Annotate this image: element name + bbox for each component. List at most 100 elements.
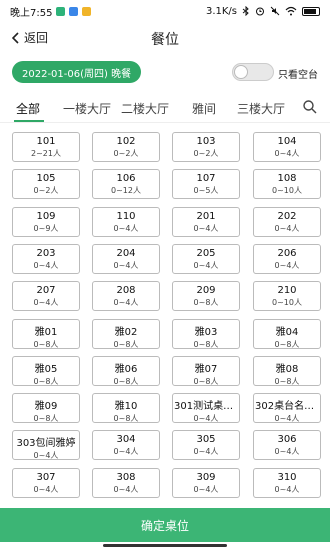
date-meal-selector[interactable]: 2022-01-06(周四) 晚餐 (12, 61, 142, 83)
table-name: 雅03 (194, 327, 218, 338)
table-name: 310 (277, 472, 297, 483)
table-capacity: 0~4人 (193, 261, 219, 270)
table-capacity: 0~12人 (111, 186, 141, 195)
table-name: 202 (277, 211, 297, 222)
table-name: 雅07 (194, 364, 218, 375)
table-capacity: 0~4人 (113, 261, 139, 270)
table-capacity: 0~8人 (193, 340, 219, 349)
status-bar: 晚上7:55 3.1K/s (0, 0, 330, 22)
confirm-table-button[interactable]: 确定桌位 (0, 508, 330, 542)
tab-floor1-hall[interactable]: 一楼大厅 (63, 100, 111, 117)
table-cell[interactable]: 102 0~2人 (92, 132, 160, 162)
table-cell[interactable]: 101 2~21人 (12, 132, 80, 162)
table-cell[interactable]: 202 0~4人 (253, 207, 321, 237)
search-icon[interactable] (302, 99, 318, 115)
table-cell[interactable]: 雅09 0~8人 (12, 393, 80, 423)
table-cell[interactable]: 304 0~4人 (92, 430, 160, 460)
status-left: 晚上7:55 (10, 4, 92, 19)
table-cell[interactable]: 205 0~4人 (172, 244, 240, 274)
table-name: 309 (196, 472, 216, 483)
chevron-left-icon (12, 31, 19, 44)
area-tabs: 全部 一楼大厅 二楼大厅 雅间 三楼大厅 (0, 93, 330, 123)
table-cell[interactable]: 109 0~9人 (12, 207, 80, 237)
table-cell[interactable]: 306 0~4人 (253, 430, 321, 460)
empty-only-toggle[interactable] (232, 63, 274, 81)
table-name: 雅09 (34, 401, 58, 412)
table-cell[interactable]: 雅02 0~8人 (92, 319, 160, 349)
table-cell[interactable]: 110 0~4人 (92, 207, 160, 237)
table-cell[interactable]: 107 0~5人 (172, 169, 240, 199)
table-cell[interactable]: 108 0~10人 (253, 169, 321, 199)
table-cell[interactable]: 302桌台名字... 0~4人 (253, 393, 321, 423)
table-capacity: 0~8人 (274, 377, 300, 386)
alarm-icon (256, 7, 264, 16)
table-capacity: 0~8人 (274, 340, 300, 349)
table-capacity: 0~4人 (193, 447, 219, 456)
table-capacity: 0~8人 (113, 414, 139, 423)
tab-private-room[interactable]: 雅间 (192, 100, 216, 117)
table-cell[interactable]: 203 0~4人 (12, 244, 80, 274)
table-name: 106 (116, 173, 136, 184)
table-cell[interactable]: 雅01 0~8人 (12, 319, 80, 349)
table-cell[interactable]: 雅04 0~8人 (253, 319, 321, 349)
table-cell[interactable]: 雅05 0~8人 (12, 356, 80, 386)
table-name: 210 (277, 285, 297, 296)
table-name: 304 (116, 434, 136, 445)
table-cell[interactable]: 105 0~2人 (12, 169, 80, 199)
wifi-icon (285, 6, 297, 16)
table-capacity: 0~4人 (33, 298, 59, 307)
table-cell[interactable]: 301测试桌台... 0~4人 (172, 393, 240, 423)
network-speed: 3.1K/s (205, 5, 237, 17)
back-button[interactable]: 返回 (12, 29, 48, 46)
home-indicator (103, 544, 227, 547)
table-name: 302桌台名字... (255, 401, 320, 412)
table-cell[interactable]: 雅07 0~8人 (172, 356, 240, 386)
app-notification-icon (82, 6, 92, 16)
table-capacity: 0~8人 (33, 340, 59, 349)
table-cell[interactable]: 雅10 0~8人 (92, 393, 160, 423)
table-cell[interactable]: 209 0~8人 (172, 281, 240, 311)
table-cell[interactable]: 雅08 0~8人 (253, 356, 321, 386)
table-capacity: 0~4人 (33, 485, 59, 494)
table-name: 雅10 (114, 401, 138, 412)
table-capacity: 0~9人 (33, 224, 59, 233)
table-cell[interactable]: 303包间雅婷 0~4人 (12, 430, 80, 460)
table-cell[interactable]: 208 0~4人 (92, 281, 160, 311)
table-cell[interactable]: 307 0~4人 (12, 468, 80, 498)
table-capacity: 0~2人 (33, 186, 59, 195)
status-time: 晚上7:55 (10, 7, 53, 19)
table-cell[interactable]: 103 0~2人 (172, 132, 240, 162)
table-cell[interactable]: 雅06 0~8人 (92, 356, 160, 386)
table-cell[interactable]: 310 0~4人 (253, 468, 321, 498)
table-cell[interactable]: 206 0~4人 (253, 244, 321, 274)
table-cell[interactable]: 106 0~12人 (92, 169, 160, 199)
table-cell[interactable]: 201 0~4人 (172, 207, 240, 237)
table-capacity: 0~2人 (193, 149, 219, 158)
table-cell[interactable]: 305 0~4人 (172, 430, 240, 460)
table-cell[interactable]: 104 0~4人 (253, 132, 321, 162)
table-cell[interactable]: 207 0~4人 (12, 281, 80, 311)
table-name: 208 (116, 285, 136, 296)
table-capacity: 0~4人 (274, 485, 300, 494)
tab-floor2-hall[interactable]: 二楼大厅 (121, 100, 169, 117)
table-cell[interactable]: 210 0~10人 (253, 281, 321, 311)
table-name: 207 (36, 285, 56, 296)
table-name: 107 (196, 173, 216, 184)
tab-floor3-hall[interactable]: 三楼大厅 (237, 100, 285, 117)
table-cell[interactable]: 309 0~4人 (172, 468, 240, 498)
mute-icon (270, 6, 280, 16)
table-name: 206 (277, 248, 297, 259)
back-label: 返回 (24, 31, 49, 45)
table-capacity: 0~4人 (113, 224, 139, 233)
table-name: 雅01 (34, 327, 58, 338)
table-capacity: 0~8人 (113, 377, 139, 386)
table-cell[interactable]: 308 0~4人 (92, 468, 160, 498)
battery-icon (302, 6, 320, 16)
table-cell[interactable]: 204 0~4人 (92, 244, 160, 274)
bluetooth-icon (242, 6, 249, 16)
table-name: 104 (277, 136, 297, 147)
tab-all[interactable]: 全部 (16, 100, 40, 117)
table-name: 204 (116, 248, 136, 259)
table-cell[interactable]: 雅03 0~8人 (172, 319, 240, 349)
table-capacity: 0~4人 (113, 298, 139, 307)
